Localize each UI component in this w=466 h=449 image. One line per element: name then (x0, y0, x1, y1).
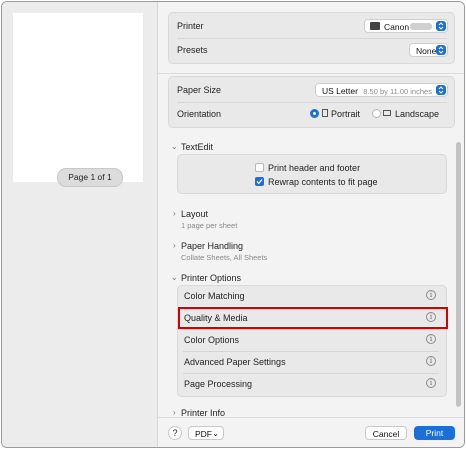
scrollbar[interactable] (456, 142, 461, 407)
option-color-matching[interactable]: Color Matching i (177, 285, 445, 307)
chevron-right-icon[interactable]: › (173, 209, 176, 218)
pdf-label: PDF (195, 429, 212, 439)
presets-value: None (416, 46, 437, 56)
printer-label: Printer (177, 21, 204, 31)
printer-options-section-title[interactable]: Printer Options (181, 273, 241, 283)
group-divider (177, 102, 447, 103)
quality-media-highlight (178, 307, 448, 329)
chevron-down-icon[interactable]: ⌄ (171, 142, 178, 151)
settings-pane: Printer Canon Presets None Paper Size US… (158, 2, 464, 447)
paper-handling-summary: Collate Sheets, All Sheets (181, 253, 268, 262)
portrait-radio[interactable] (310, 109, 319, 118)
layout-summary: 1 page per sheet (181, 221, 238, 230)
printer-icon (370, 22, 380, 30)
chevron-updown-icon (436, 45, 446, 55)
paper-size-value: US Letter (322, 86, 358, 96)
option-label: Advanced Paper Settings (184, 357, 286, 367)
paper-size-popup[interactable]: US Letter 8.50 by 11.00 inches (315, 83, 448, 97)
chevron-updown-icon (436, 21, 446, 31)
landscape-label[interactable]: Landscape (395, 109, 439, 119)
option-page-processing[interactable]: Page Processing i (177, 373, 445, 395)
paper-size-label: Paper Size (177, 85, 222, 95)
preview-pane: Page 1 of 1 (2, 2, 157, 447)
chevron-down-icon[interactable]: ⌄ (171, 273, 178, 282)
printer-value: Canon (384, 22, 410, 32)
bottom-bar: ? PDF ⌄ Cancel Print (158, 417, 464, 447)
print-dialog: Page 1 of 1 Printer Canon Presets None P… (1, 1, 465, 448)
help-button[interactable]: ? (168, 426, 182, 440)
textedit-group: Print header and footer Rewrap contents … (177, 154, 447, 194)
printer-name-blur (410, 23, 432, 30)
page-count-label: Page 1 of 1 (57, 168, 123, 187)
rewrap-label: Rewrap contents to fit page (268, 177, 378, 187)
option-label: Page Processing (184, 379, 253, 389)
option-label: Color Matching (184, 291, 245, 301)
chevron-updown-icon (436, 85, 446, 95)
option-color-options[interactable]: Color Options i (177, 329, 445, 351)
info-icon[interactable]: i (426, 356, 436, 366)
portrait-label[interactable]: Portrait (331, 109, 360, 119)
textedit-section-title[interactable]: TextEdit (181, 142, 213, 152)
print-header-checkbox[interactable] (255, 163, 264, 172)
paper-group: Paper Size US Letter 8.50 by 11.00 inche… (168, 76, 455, 128)
printer-popup[interactable]: Canon (364, 19, 448, 33)
layout-section-title[interactable]: Layout (181, 209, 208, 219)
presets-label: Presets (177, 45, 208, 55)
portrait-icon (322, 109, 328, 117)
chevron-right-icon[interactable]: › (173, 241, 176, 250)
paper-handling-section-title[interactable]: Paper Handling (181, 241, 243, 251)
landscape-radio[interactable] (372, 109, 381, 118)
group-divider (177, 38, 447, 39)
cancel-button[interactable]: Cancel (365, 426, 407, 440)
option-advanced-paper-settings[interactable]: Advanced Paper Settings i (177, 351, 445, 373)
info-icon[interactable]: i (426, 378, 436, 388)
chevron-right-icon[interactable]: › (173, 408, 176, 417)
print-button[interactable]: Print (414, 426, 455, 440)
checkmark-icon (256, 179, 263, 185)
chevron-down-icon: ⌄ (212, 429, 219, 438)
printer-presets-group: Printer Canon Presets None (168, 12, 455, 64)
presets-popup[interactable]: None (409, 43, 448, 57)
paper-size-hint: 8.50 by 11.00 inches (363, 87, 432, 96)
pdf-menu-button[interactable]: PDF ⌄ (188, 426, 224, 440)
section-divider (158, 73, 464, 74)
landscape-icon (383, 110, 391, 116)
page-preview: Page 1 of 1 (13, 13, 143, 187)
option-label: Color Options (184, 335, 240, 345)
info-icon[interactable]: i (426, 290, 436, 300)
info-icon[interactable]: i (426, 334, 436, 344)
orientation-label: Orientation (177, 109, 222, 119)
print-header-label: Print header and footer (268, 163, 361, 173)
rewrap-checkbox[interactable] (255, 177, 264, 186)
